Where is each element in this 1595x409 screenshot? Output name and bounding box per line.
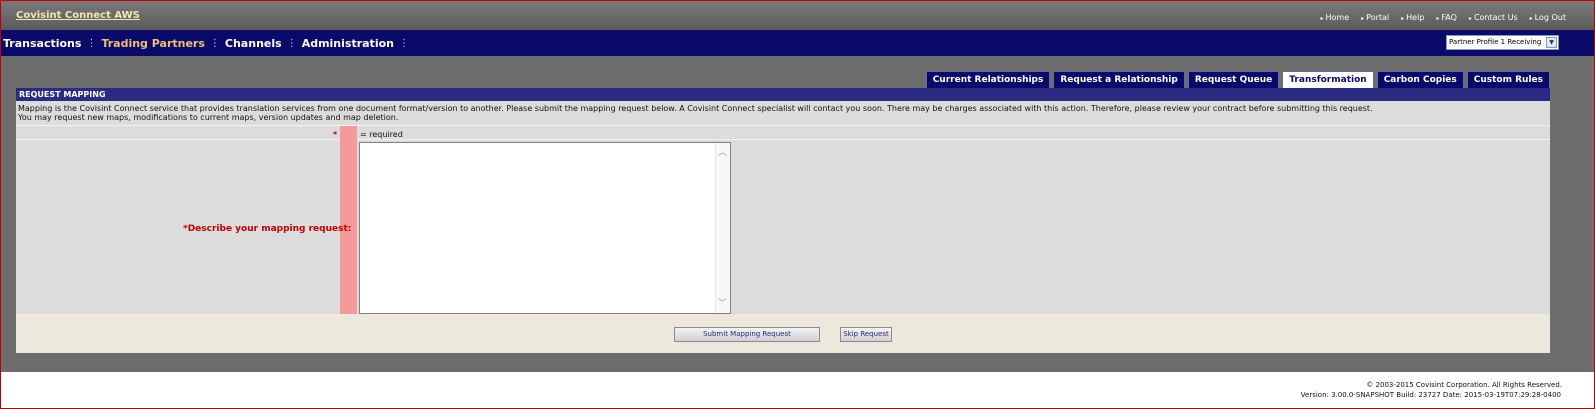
faq-link-label: FAQ	[1441, 13, 1457, 22]
top-links: ▸ Home ▸ Portal ▸ Help ▸ FAQ ▸ Contact Us ▸ Lo…	[1321, 13, 1567, 22]
tab-current-relationships[interactable]: Current Relationships	[925, 71, 1051, 88]
nav-separator: ⋮	[398, 38, 409, 49]
nav-separator: ⋮	[86, 38, 97, 49]
arrow-right-icon: ▸	[1361, 15, 1365, 22]
tab-transformation[interactable]: Transformation	[1282, 71, 1374, 88]
nav-separator: ⋮	[286, 38, 297, 49]
chevron-down-icon[interactable]: ﹀	[718, 296, 727, 309]
mapping-request-label: *Describe your mapping request:	[183, 224, 352, 234]
button-row: Submit Mapping Request Skip Request	[16, 314, 1550, 353]
required-indicator-column	[340, 126, 357, 315]
copyright-text: © 2003-2015 Covisint Corporation. All Ri…	[1366, 381, 1562, 389]
chevron-down-icon[interactable]: ▼	[1546, 37, 1557, 48]
description-line-1: Mapping is the Covisint Connect service …	[18, 104, 1373, 113]
nav-channels[interactable]: Channels	[225, 37, 282, 50]
home-link[interactable]: ▸ Home	[1321, 13, 1350, 22]
version-text: Version: 3.00.0-SNAPSHOT Build: 23727 Da…	[1300, 391, 1561, 399]
divider	[16, 125, 1550, 126]
contact-us-link[interactable]: ▸ Contact Us	[1469, 13, 1518, 22]
nav-separator: ⋮	[209, 38, 220, 49]
skip-request-button[interactable]: Skip Request	[840, 327, 892, 342]
panel-title: REQUEST MAPPING	[16, 88, 1550, 101]
arrow-right-icon: ▸	[1529, 15, 1533, 22]
tab-carbon-copies[interactable]: Carbon Copies	[1376, 71, 1464, 88]
help-link-label: Help	[1406, 13, 1425, 22]
nav-transactions[interactable]: Transactions	[3, 37, 81, 50]
top-bar: Covisint Connect AWS ▸ Home ▸ Portal ▸ Help…	[1, 1, 1594, 30]
tab-bar: Current Relationships Request a Relation…	[925, 71, 1550, 88]
required-star: *	[333, 130, 338, 139]
home-link-label: Home	[1325, 13, 1350, 22]
brand-link[interactable]: Covisint Connect AWS	[16, 10, 140, 21]
log-out-link-label: Log Out	[1534, 13, 1566, 22]
mapping-request-textarea[interactable]: ︿ ﹀	[359, 142, 731, 314]
faq-link[interactable]: ▸ FAQ	[1436, 13, 1457, 22]
help-link[interactable]: ▸ Help	[1401, 13, 1424, 22]
main-nav: Transactions ⋮ Trading Partners ⋮ Channe…	[1, 30, 1594, 56]
nav-trading-partners[interactable]: Trading Partners	[101, 37, 204, 50]
tab-request-queue[interactable]: Request Queue	[1187, 71, 1280, 88]
portal-link-label: Portal	[1366, 13, 1390, 22]
required-legend: = required	[360, 130, 403, 139]
tab-custom-rules[interactable]: Custom Rules	[1466, 71, 1550, 88]
description-line-2: You may request new maps, modifications …	[18, 113, 399, 122]
panel-description: Mapping is the Covisint Connect service …	[18, 104, 1538, 122]
textarea-scrollbar[interactable]: ︿ ﹀	[715, 143, 730, 313]
chevron-up-icon[interactable]: ︿	[718, 145, 727, 158]
arrow-right-icon: ▸	[1436, 15, 1440, 22]
log-out-link[interactable]: ▸ Log Out	[1530, 13, 1566, 22]
tab-request-a-relationship[interactable]: Request a Relationship	[1053, 71, 1185, 88]
nav-administration[interactable]: Administration	[302, 37, 394, 50]
contact-us-link-label: Contact Us	[1473, 13, 1518, 22]
divider	[16, 139, 1550, 140]
arrow-right-icon: ▸	[1320, 15, 1324, 22]
arrow-right-icon: ▸	[1401, 15, 1405, 22]
submit-mapping-request-button[interactable]: Submit Mapping Request	[674, 327, 820, 342]
partner-profile-select[interactable]: Partner Profile 1 Receiving ▼	[1446, 35, 1559, 50]
portal-link[interactable]: ▸ Portal	[1361, 13, 1389, 22]
nav-items: Transactions ⋮ Trading Partners ⋮ Channe…	[3, 37, 414, 50]
arrow-right-icon: ▸	[1468, 15, 1472, 22]
partner-profile-value: Partner Profile 1 Receiving	[1449, 38, 1542, 46]
